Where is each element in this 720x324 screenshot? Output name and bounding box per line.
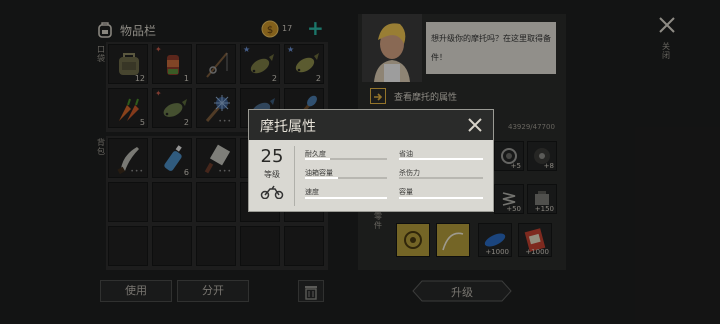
stat-durability-bar <box>305 158 387 160</box>
dialog-header: 摩托属性 <box>249 110 493 140</box>
dialog-close-button[interactable] <box>465 115 485 135</box>
stat-capacity-bar <box>399 197 483 199</box>
level-value: 25 <box>260 146 284 167</box>
stat-speed-label: 速度 <box>305 188 319 196</box>
stat-fuel-economy-bar <box>399 158 483 160</box>
stat-damage-bar <box>399 177 483 179</box>
stat-tank-capacity-fill <box>305 177 338 179</box>
stat-fuel-economy-fill <box>399 158 483 160</box>
stat-durability-fill <box>305 158 330 160</box>
game-screen: 物品栏 $ 17 + 口袋 背包 12 ✦ 1 ★ 2 ★ 2 5 ✦ 2 ••… <box>0 0 720 324</box>
level-block: 25 等级 <box>249 146 295 206</box>
stat-tank-capacity-bar <box>305 177 387 179</box>
stat-capacity-label: 容量 <box>399 188 413 196</box>
stat-speed-bar <box>305 197 387 199</box>
motorcycle-attributes-dialog: 摩托属性 25 等级 耐久度 省油 油箱容量 杀伤力 速度 容量 <box>248 109 494 212</box>
level-label: 等级 <box>264 170 280 179</box>
stat-speed-fill <box>305 197 387 199</box>
motorcycle-icon <box>260 184 284 203</box>
dialog-title: 摩托属性 <box>260 119 316 135</box>
stat-capacity-fill <box>399 197 483 199</box>
